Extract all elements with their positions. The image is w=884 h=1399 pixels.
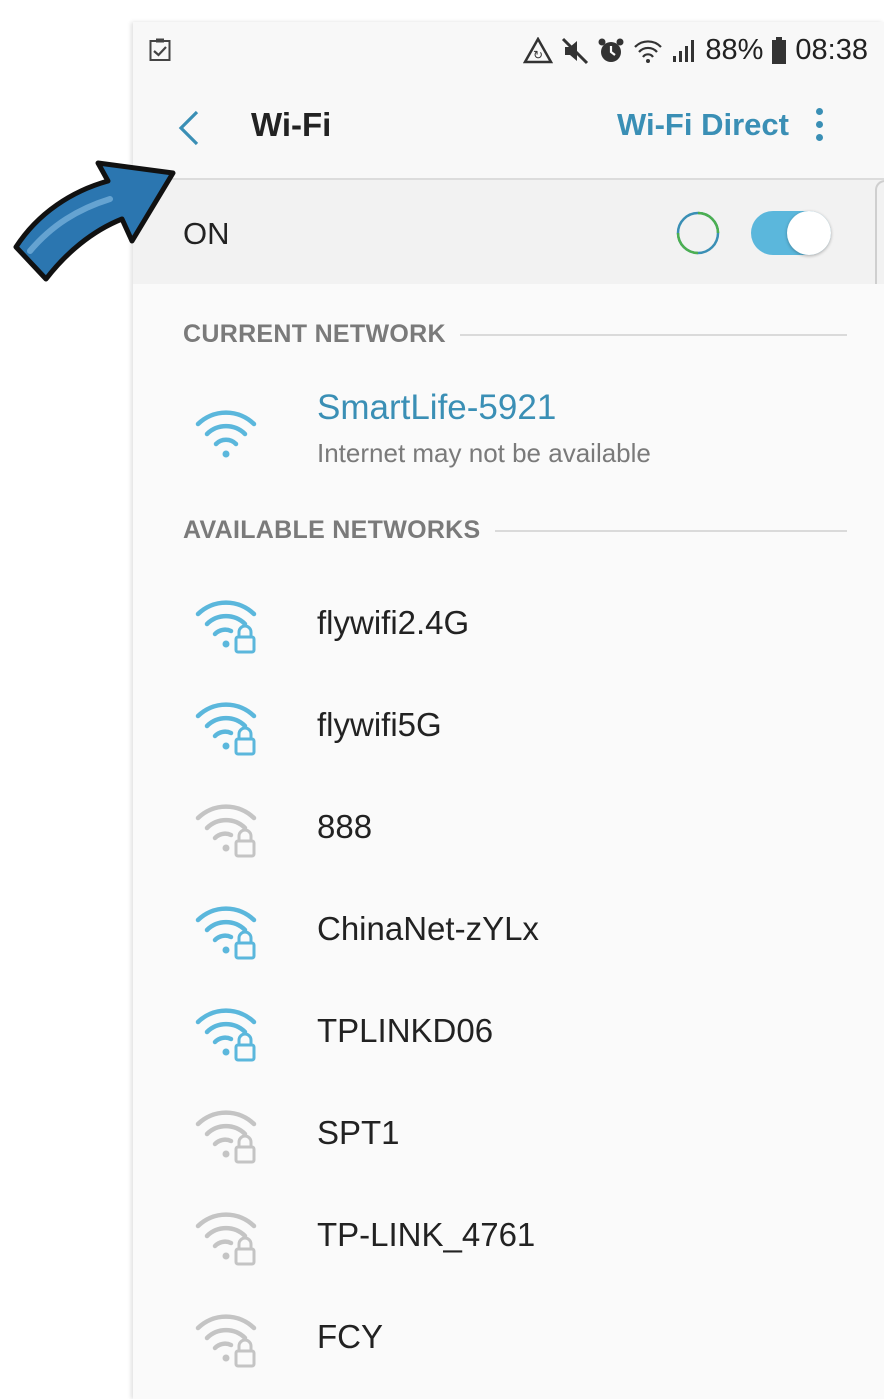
- network-name: TPLINKD06: [317, 1012, 494, 1049]
- signal-icon: [671, 38, 697, 64]
- header-line: [494, 529, 847, 532]
- more-options-icon[interactable]: [809, 108, 829, 148]
- network-name: flywifi2.4G: [317, 604, 470, 641]
- current-network-name: SmartLife-5921: [317, 388, 557, 427]
- battery-percent: 88%: [705, 34, 764, 66]
- wifi-locked-icon: [195, 600, 257, 654]
- header-line: [459, 333, 847, 336]
- current-network-header: CURRENT NETWORK: [183, 320, 847, 349]
- wifi-toggle-switch[interactable]: [751, 211, 831, 255]
- network-list: CURRENT NETWORK SmartLife-5921 Internet …: [133, 284, 884, 1399]
- network-row[interactable]: SPT1: [133, 1084, 884, 1184]
- wifi-status-icon: [633, 38, 663, 64]
- network-row[interactable]: ChinaNet-zYLx: [133, 880, 884, 980]
- back-arrow-icon[interactable]: [173, 108, 207, 148]
- checklist-icon: [149, 38, 171, 61]
- wifi-locked-icon: [195, 804, 257, 858]
- annotation-arrow-icon: [13, 160, 176, 282]
- current-network-status: Internet may not be available: [317, 438, 651, 468]
- network-name: ChinaNet-zYLx: [317, 910, 539, 947]
- wifi-state-label: ON: [183, 216, 230, 251]
- wifi-signal-icon: [195, 410, 257, 458]
- wifi-locked-icon: [195, 1110, 257, 1164]
- network-row[interactable]: 888: [133, 778, 884, 878]
- network-name: SPT1: [317, 1114, 400, 1151]
- network-name: 888: [317, 808, 373, 845]
- wifi-locked-icon: [195, 1212, 257, 1266]
- network-name: FCY: [317, 1318, 383, 1355]
- svg-text:↻: ↻: [533, 48, 543, 62]
- wifi-toggle-row[interactable]: ON: [133, 180, 884, 285]
- loading-spinner-icon: [676, 211, 720, 255]
- network-name: flywifi5G: [317, 706, 442, 743]
- wifi-direct-button[interactable]: Wi-Fi Direct: [617, 107, 789, 143]
- wifi-locked-icon: [195, 1314, 257, 1368]
- clock: 08:38: [795, 34, 868, 66]
- network-row[interactable]: TPLINKD06: [133, 982, 884, 1082]
- status-icons: ↻ 88% 08:38: [523, 34, 868, 67]
- network-row[interactable]: FCY: [133, 1288, 884, 1388]
- settings-screen: ↻ 88% 08:38 Wi-Fi Wi-Fi Direct ON CURREN…: [133, 22, 884, 1399]
- network-name: TP-LINK_4761: [317, 1216, 536, 1253]
- alarm-icon: [597, 37, 625, 65]
- network-row[interactable]: TP-LINK_4761: [133, 1186, 884, 1286]
- available-networks-label: AVAILABLE NETWORKS: [183, 516, 481, 544]
- wifi-locked-icon: [195, 906, 257, 960]
- data-saver-icon: ↻: [523, 36, 554, 65]
- wifi-locked-icon: [195, 702, 257, 756]
- page-title: Wi-Fi: [251, 106, 332, 143]
- available-networks-header: AVAILABLE NETWORKS: [183, 516, 847, 545]
- status-bar: ↻ 88% 08:38: [133, 22, 884, 78]
- wifi-locked-icon: [195, 1008, 257, 1062]
- battery-icon: [771, 36, 787, 65]
- current-network-label: CURRENT NETWORK: [183, 320, 446, 348]
- network-row[interactable]: flywifi2.4G: [133, 574, 884, 674]
- mute-icon: [561, 37, 589, 65]
- current-network-row[interactable]: SmartLife-5921 Internet may not be avail…: [133, 384, 884, 484]
- toggle-knob: [787, 211, 831, 255]
- app-bar: Wi-Fi Wi-Fi Direct: [133, 78, 884, 178]
- network-row[interactable]: flywifi5G: [133, 676, 884, 776]
